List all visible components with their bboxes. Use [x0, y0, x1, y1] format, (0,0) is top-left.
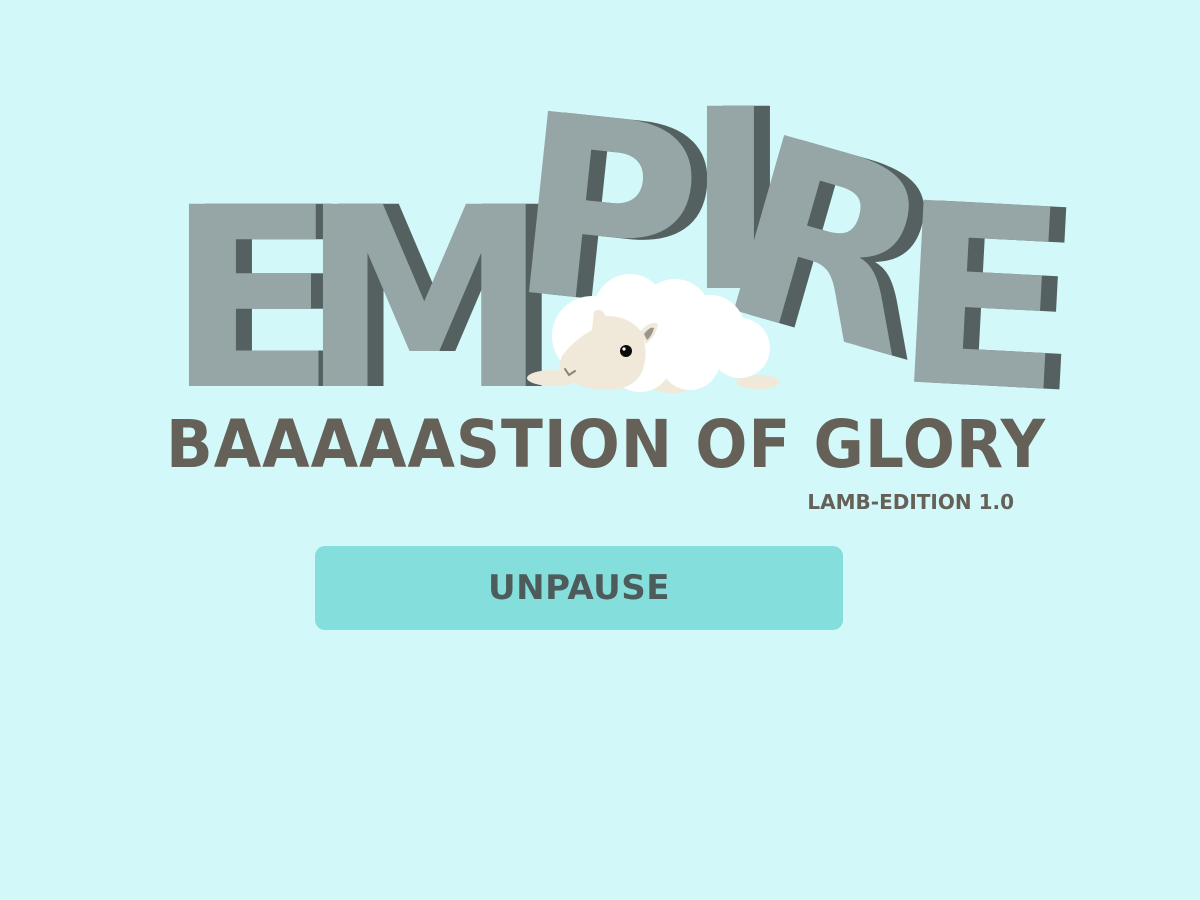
unpause-button[interactable]: UNPAUSE	[315, 546, 843, 630]
unpause-button-label: UNPAUSE	[488, 568, 670, 608]
edition-label: LAMB-EDITION 1.0	[807, 490, 1014, 514]
game-subtitle: BAAAAASTION OF GLORY	[166, 406, 1047, 483]
